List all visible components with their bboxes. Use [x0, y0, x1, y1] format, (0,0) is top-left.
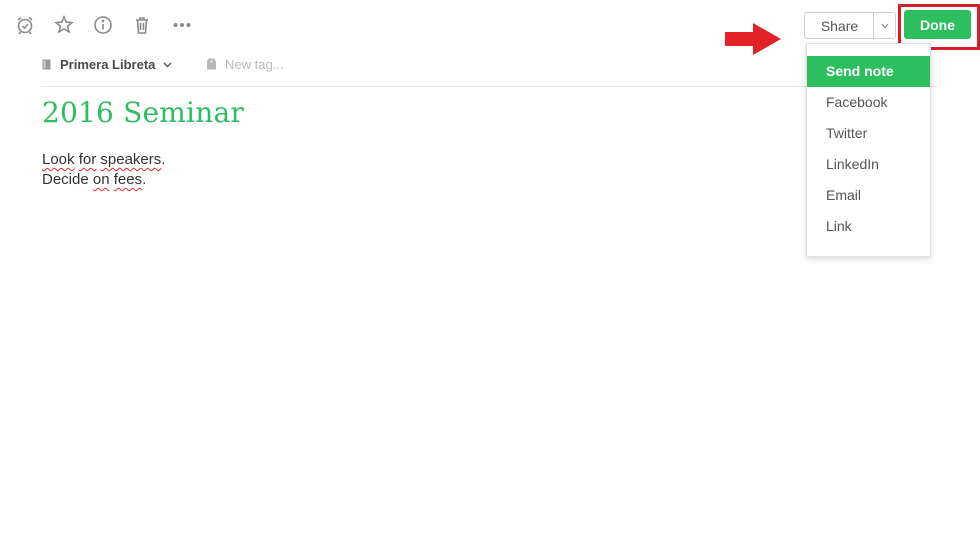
punctuation: .	[161, 151, 166, 168]
misspelled-word: on	[92, 171, 110, 188]
menu-item-linkedin[interactable]: LinkedIn	[807, 149, 930, 180]
note-body-line: Look for speakers.	[42, 150, 165, 170]
more-icon[interactable]	[171, 14, 193, 36]
done-button[interactable]: Done	[904, 10, 971, 39]
word: Decide	[42, 171, 89, 188]
notebook-selector[interactable]: Primera Libreta	[42, 55, 172, 73]
notebook-name: Primera Libreta	[60, 56, 156, 72]
menu-item-send-note[interactable]: Send note	[807, 56, 930, 87]
notebook-icon	[42, 59, 51, 69]
share-dropdown-toggle[interactable]	[873, 12, 896, 39]
share-button[interactable]: Share	[804, 12, 874, 39]
note-title[interactable]: 2016 Seminar	[42, 96, 244, 129]
misspelled-word: fees	[113, 171, 143, 188]
tag-placeholder: New tag...	[225, 56, 284, 72]
header-divider	[42, 86, 938, 87]
punctuation: .	[142, 171, 147, 188]
share-menu: Send note Facebook Twitter LinkedIn Emai…	[806, 43, 931, 257]
star-icon[interactable]	[53, 14, 75, 36]
note-body-line: Decide on fees.	[42, 170, 165, 190]
misspelled-word: speakers	[100, 151, 162, 168]
chevron-down-icon	[881, 23, 888, 28]
trash-icon[interactable]	[131, 14, 153, 36]
red-arrow-annotation	[725, 23, 781, 55]
tag-input[interactable]: New tag...	[206, 55, 284, 73]
info-icon[interactable]	[92, 14, 114, 36]
menu-item-email[interactable]: Email	[807, 180, 930, 211]
misspelled-word: Look	[42, 151, 75, 168]
misspelled-word: for	[78, 151, 97, 168]
menu-item-twitter[interactable]: Twitter	[807, 118, 930, 149]
menu-item-link[interactable]: Link	[807, 211, 930, 242]
note-body[interactable]: Look for speakers. Decide on fees.	[42, 150, 165, 190]
menu-item-facebook[interactable]: Facebook	[807, 87, 930, 118]
tag-icon	[207, 58, 216, 70]
chevron-down-icon	[163, 62, 172, 67]
reminder-alarm-icon[interactable]	[14, 14, 36, 36]
